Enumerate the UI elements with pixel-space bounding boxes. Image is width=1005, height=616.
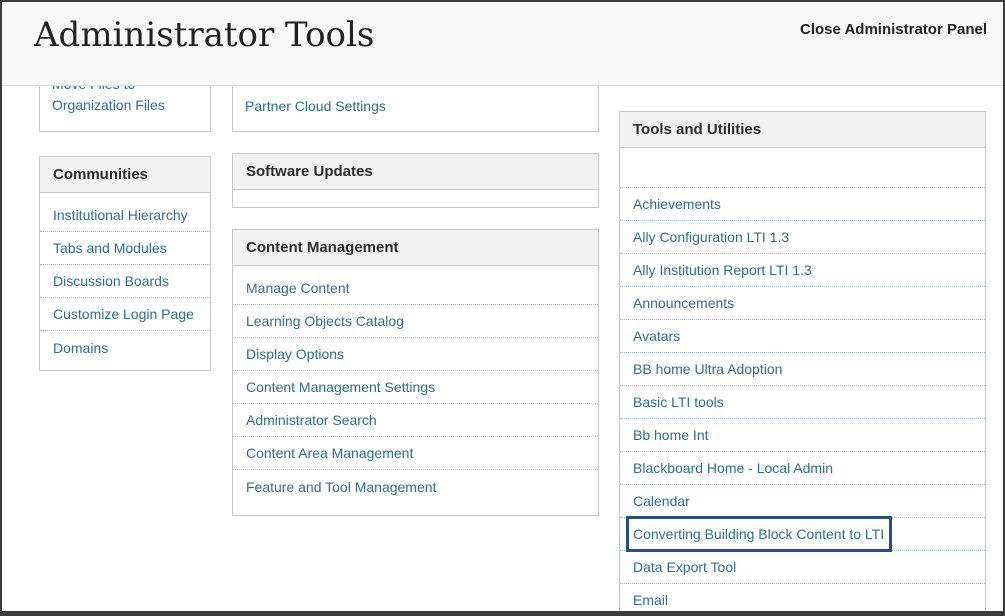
tool-link[interactable]: Achievements bbox=[633, 196, 721, 212]
software-updates-panel-title: Software Updates bbox=[233, 154, 598, 190]
list-item: Achievements bbox=[620, 188, 985, 221]
list-item: Announcements bbox=[620, 287, 985, 320]
list-item: Tabs and Modules bbox=[40, 232, 210, 265]
tool-link[interactable]: Ally Institution Report LTI 1.3 bbox=[633, 262, 812, 278]
communities-panel: Communities Institutional Hierarchy Tabs … bbox=[39, 156, 211, 371]
list-item: Calendar bbox=[620, 485, 985, 518]
list-item: Ally Institution Report LTI 1.3 bbox=[620, 254, 985, 287]
software-updates-panel: Software Updates bbox=[232, 153, 599, 208]
tool-link[interactable]: Customize Login Page bbox=[53, 306, 194, 322]
content-management-panel-title: Content Management bbox=[233, 230, 598, 266]
list-item: Domains bbox=[40, 331, 210, 364]
tool-link[interactable]: Converting Building Block Content to LTI bbox=[633, 526, 884, 542]
list-item: Manage Content bbox=[233, 272, 598, 305]
list-item: Converting Building Block Content to LTI bbox=[620, 518, 985, 551]
list-item-empty bbox=[620, 148, 985, 188]
administrator-tools-panel: Administrator Tools Close Administrator … bbox=[0, 0, 1005, 616]
list-item: Data Export Tool bbox=[620, 551, 985, 584]
list-item: Administrator Search bbox=[233, 404, 598, 437]
tool-link[interactable]: Feature and Tool Management bbox=[246, 479, 436, 495]
list-item: Customize Login Page bbox=[40, 298, 210, 331]
list-item: Feature and Tool Management bbox=[233, 470, 598, 503]
tool-link[interactable]: Bb home Int bbox=[633, 427, 709, 443]
tool-link[interactable]: Ally Configuration LTI 1.3 bbox=[633, 229, 789, 245]
panel-content: Move Files to Organization Files Communi… bbox=[2, 86, 1003, 616]
tool-link[interactable]: Display Options bbox=[246, 346, 344, 362]
tool-link[interactable]: Email bbox=[633, 592, 668, 608]
list-item: BB home Ultra Adoption bbox=[620, 353, 985, 386]
tool-link[interactable]: Data Export Tool bbox=[633, 559, 736, 575]
tool-link[interactable]: Learning Objects Catalog bbox=[246, 313, 404, 329]
list-item: Avatars bbox=[620, 320, 985, 353]
column-left: Move Files to Organization Files Communi… bbox=[39, 86, 211, 371]
column-right: Tools and Utilities Achievements Ally Con… bbox=[619, 111, 986, 616]
list-item: Email bbox=[620, 584, 985, 616]
list-item: Bb home Int bbox=[620, 419, 985, 452]
tool-link[interactable]: Calendar bbox=[633, 493, 690, 509]
list-item: Blackboard Home - Local Admin bbox=[620, 452, 985, 485]
tool-link[interactable]: Manage Content bbox=[246, 280, 350, 296]
tools-and-utilities-panel: Tools and Utilities Achievements Ally Con… bbox=[619, 111, 986, 616]
tool-link[interactable]: Domains bbox=[53, 340, 108, 356]
tool-link[interactable]: Discussion Boards bbox=[53, 273, 169, 289]
communities-panel-title: Communities bbox=[40, 157, 210, 193]
list-item: Learning Objects Catalog bbox=[233, 305, 598, 338]
list-item: Institutional Hierarchy bbox=[40, 199, 210, 232]
list-item: Display Options bbox=[233, 338, 598, 371]
tool-link[interactable]: Blackboard Home - Local Admin bbox=[633, 460, 833, 476]
tool-link[interactable]: Basic LTI tools bbox=[633, 394, 724, 410]
tool-link[interactable]: BB home Ultra Adoption bbox=[633, 361, 782, 377]
tool-link[interactable]: Institutional Hierarchy bbox=[53, 207, 188, 223]
list-item: Content Management Settings bbox=[233, 371, 598, 404]
panel-top-bar: Administrator Tools Close Administrator … bbox=[2, 2, 1003, 86]
content-management-panel: Content Management Manage Content Learnin… bbox=[232, 229, 599, 516]
tools-and-utilities-list: Achievements Ally Configuration LTI 1.3 Al… bbox=[620, 148, 985, 616]
tool-link[interactable]: Tabs and Modules bbox=[53, 240, 167, 256]
close-administrator-panel-button[interactable]: Close Administrator Panel bbox=[800, 21, 987, 38]
tool-link[interactable]: Content Area Management bbox=[246, 445, 413, 461]
tool-link[interactable]: Announcements bbox=[633, 295, 734, 311]
list-item: Content Area Management bbox=[233, 437, 598, 470]
list-item: Basic LTI tools bbox=[620, 386, 985, 419]
communities-list: Institutional Hierarchy Tabs and Modules D… bbox=[40, 193, 210, 370]
tool-link[interactable]: Avatars bbox=[633, 328, 680, 344]
list-item: Discussion Boards bbox=[40, 265, 210, 298]
list-item: Ally Configuration LTI 1.3 bbox=[620, 221, 985, 254]
tools-and-utilities-panel-title: Tools and Utilities bbox=[620, 112, 985, 148]
software-updates-empty-body bbox=[233, 190, 598, 207]
content-management-list: Manage Content Learning Objects Catalog Di… bbox=[233, 266, 598, 515]
tool-link[interactable]: Administrator Search bbox=[246, 412, 377, 428]
column-middle: Partner Cloud Settings Software Updates … bbox=[232, 86, 599, 516]
tool-link[interactable]: Content Management Settings bbox=[246, 379, 435, 395]
